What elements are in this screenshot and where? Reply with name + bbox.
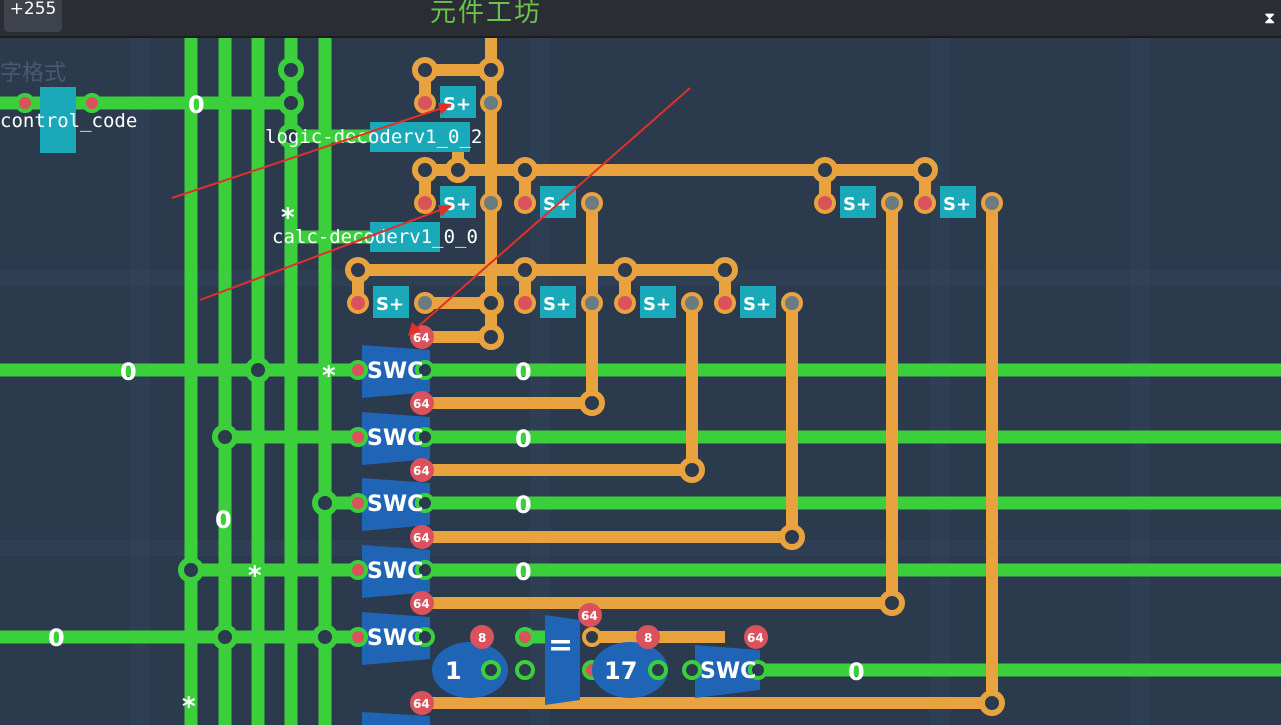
svg-text:0: 0	[515, 558, 532, 586]
svg-text:0: 0	[515, 358, 532, 386]
badge-8-1: 8	[470, 625, 494, 649]
calc-decoder-label: calc-decoderv1_0_0	[272, 226, 478, 248]
badge-64-5: 64	[410, 591, 434, 615]
svg-text:0: 0	[120, 358, 137, 386]
svg-text:64: 64	[581, 609, 598, 623]
top-bar: +255 元件工坊 ⧗	[0, 0, 1281, 38]
switch-1: SWC	[348, 345, 435, 398]
svg-text:S+: S+	[943, 194, 971, 215]
switch-2: SWC	[348, 412, 435, 465]
svg-text:SWC: SWC	[367, 492, 423, 517]
badge-64-7: 64	[578, 603, 602, 627]
svg-text:*: *	[322, 361, 336, 391]
svg-text:SWC: SWC	[367, 426, 423, 451]
svg-text:SWC: SWC	[700, 659, 756, 684]
svg-text:17: 17	[604, 657, 637, 685]
badge-64-2: 64	[410, 391, 434, 415]
svg-text:S+: S+	[643, 294, 671, 315]
svg-text:64: 64	[413, 531, 430, 545]
svg-text:64: 64	[413, 464, 430, 478]
logic-decoder-label: logic-decoderv1_0_2	[265, 126, 482, 148]
switch-5: SWC	[348, 612, 435, 665]
switch-6: SWC	[695, 645, 768, 698]
svg-text:8: 8	[478, 631, 486, 645]
svg-text:S+: S+	[743, 294, 771, 315]
badge-64-4: 64	[410, 525, 434, 549]
svg-text:8: 8	[644, 631, 652, 645]
logic-decoder-block[interactable]: logic-decoderv1_0_2	[265, 122, 482, 152]
circuit-canvas[interactable]: 字格式 control_code logic-decoderv1_0_2 cal…	[0, 0, 1281, 725]
control-code-label: control_code	[0, 110, 137, 132]
switch-4: SWC	[348, 545, 435, 598]
svg-text:0: 0	[515, 425, 532, 453]
faded-label: 字格式	[0, 61, 66, 86]
svg-text:S+: S+	[543, 294, 571, 315]
svg-text:0: 0	[188, 91, 205, 119]
badge-64-8: 64	[744, 625, 768, 649]
svg-text:*: *	[281, 203, 295, 233]
svg-text:SWC: SWC	[367, 359, 423, 384]
svg-text:*: *	[182, 692, 196, 722]
level-badge-button[interactable]: +255	[4, 0, 62, 32]
calc-decoder-block[interactable]: calc-decoderv1_0_0	[272, 222, 478, 252]
svg-text:1: 1	[445, 657, 462, 685]
svg-text:SWC: SWC	[367, 559, 423, 584]
svg-text:0: 0	[215, 506, 232, 534]
svg-text:64: 64	[747, 631, 764, 645]
svg-text:S+: S+	[376, 294, 404, 315]
switch-3: SWC	[348, 478, 435, 531]
svg-text:0: 0	[515, 491, 532, 519]
svg-text:SWC: SWC	[367, 626, 423, 651]
svg-text:64: 64	[413, 697, 430, 711]
game-board: +255 元件工坊 ⧗ 字格式 control_code logic-decod…	[0, 0, 1281, 725]
badge-8-2: 8	[636, 625, 660, 649]
svg-text:S+: S+	[443, 194, 471, 215]
svg-text:S+: S+	[843, 194, 871, 215]
svg-text:0: 0	[848, 658, 865, 686]
badge-64-6: 64	[410, 691, 434, 715]
svg-text:0: 0	[48, 624, 65, 652]
badge-64-3: 64	[410, 458, 434, 482]
svg-text:*: *	[248, 561, 262, 591]
svg-text:64: 64	[413, 597, 430, 611]
hourglass-icon[interactable]: ⧗	[1264, 8, 1275, 28]
svg-text:=: =	[548, 628, 573, 663]
svg-text:64: 64	[413, 397, 430, 411]
page-title: 元件工坊	[430, 0, 543, 28]
